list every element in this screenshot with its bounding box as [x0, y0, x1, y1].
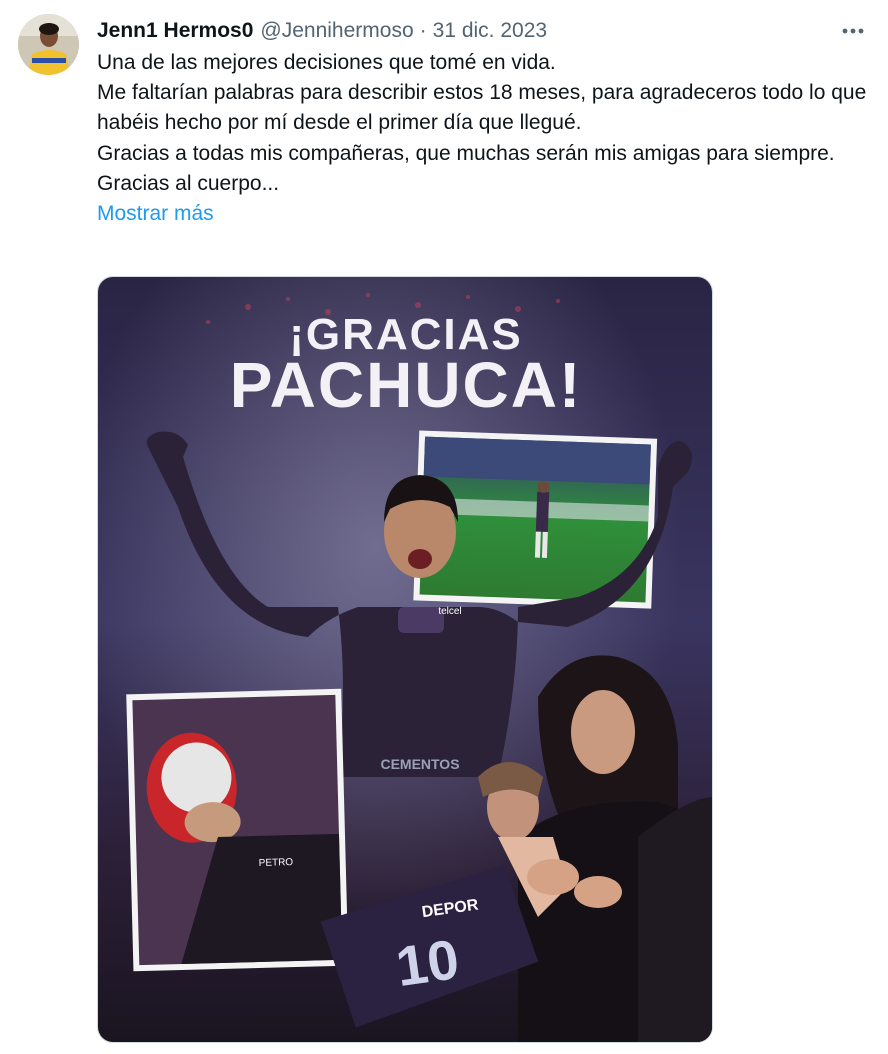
jersey-number: 10 [392, 927, 462, 998]
jersey-sponsor-small: telcel [438, 606, 461, 617]
show-more-link[interactable]: Mostrar más [97, 202, 214, 225]
tweet: Jenn1 Hermos0 @Jennihermoso · 31 dic. 20… [0, 0, 888, 1054]
tweet-paragraph: Gracias al cuerpo... [97, 171, 280, 195]
more-horizontal-icon [842, 28, 864, 34]
separator-dot: · [419, 19, 427, 42]
more-options-button[interactable] [840, 18, 866, 44]
avatar[interactable] [18, 14, 79, 75]
jersey-sponsor-chest: CEMENTOS [380, 756, 459, 772]
tweet-paragraph: Me faltarían palabras para describir est… [97, 81, 867, 135]
tweet-header: Jenn1 Hermos0 @Jennihermoso · 31 dic. 20… [97, 17, 864, 45]
poster-title-line2: PACHUCA! [230, 349, 583, 421]
svg-text:PETRO: PETRO [259, 857, 294, 869]
avatar-image [18, 14, 79, 75]
user-handle[interactable]: @Jennihermoso [260, 19, 413, 43]
tweet-image[interactable]: ¡GRACIAS PACHUCA! CEMENTOS telcel PETRO … [97, 276, 713, 1043]
tweet-text: Una de las mejores decisiones que tomé e… [97, 48, 877, 229]
tweet-paragraph: Una de las mejores decisiones que tomé e… [97, 51, 556, 74]
display-name[interactable]: Jenn1 Hermos0 [97, 19, 253, 43]
tweet-paragraph: Gracias a todas mis compañeras, que much… [97, 141, 835, 165]
tweet-date[interactable]: 31 dic. 2023 [433, 19, 547, 43]
gracias-pachuca-poster: ¡GRACIAS PACHUCA! CEMENTOS telcel PETRO … [98, 277, 712, 1042]
